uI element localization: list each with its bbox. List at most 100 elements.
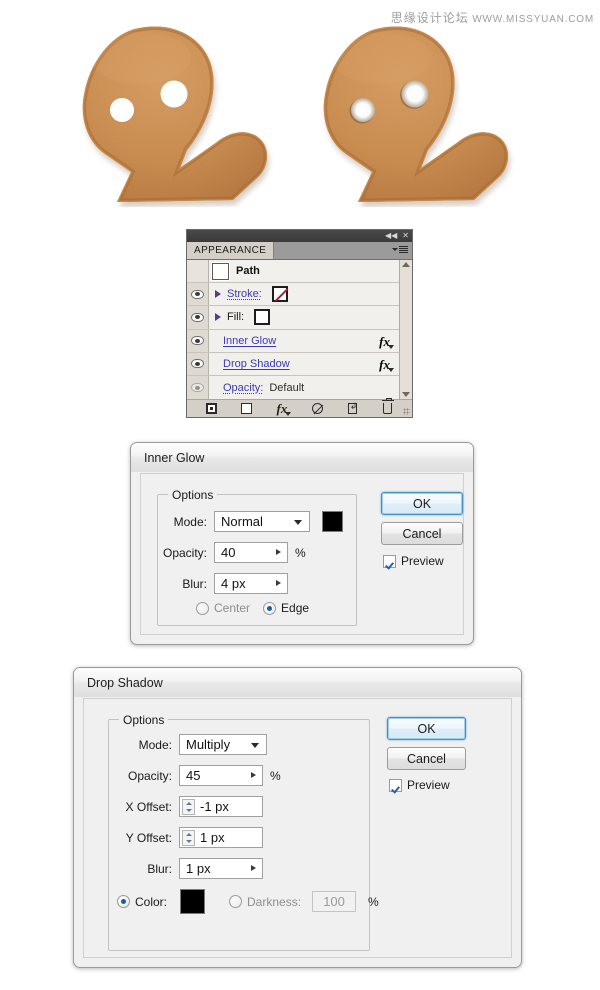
stepper-arrow-icon[interactable]	[276, 549, 281, 555]
darkness-label: Darkness:	[247, 894, 302, 909]
row-label-inner-glow[interactable]: Inner Glow	[223, 335, 276, 347]
blur-value: 4 px	[221, 576, 246, 591]
delete-item-button[interactable]	[370, 398, 405, 417]
blur-input[interactable]: 4 px	[214, 573, 288, 594]
fill-swatch-white[interactable]	[254, 309, 271, 326]
row-label-drop-shadow[interactable]: Drop Shadow	[223, 358, 290, 370]
fx-icon[interactable]: fx	[379, 357, 394, 373]
color-label: Color:	[135, 894, 168, 909]
y-offset-input[interactable]: 1 px	[179, 827, 263, 848]
scroll-down-arrow-icon[interactable]	[402, 392, 410, 397]
appearance-row-stroke[interactable]: Stroke:	[187, 283, 399, 307]
options-group-inner-glow: Options Mode: Normal Opacity: 40 % Blur:	[157, 488, 357, 626]
path-thumbnail-box	[209, 260, 231, 283]
radio-dot-icon	[196, 601, 209, 615]
shadow-color-swatch[interactable]	[180, 889, 206, 914]
glow-color-swatch[interactable]	[322, 511, 343, 532]
mode-label: Mode:	[173, 514, 207, 529]
spinner-up-down-icon[interactable]	[182, 799, 195, 815]
gingerbread-man-plain-eyes	[57, 22, 297, 207]
stepper-arrow-icon[interactable]	[251, 865, 256, 871]
inner-glow-dialog[interactable]: Inner Glow Options Mode: Normal Opacity:…	[130, 442, 474, 645]
row-label-fill: Fill:	[227, 311, 245, 324]
visibility-toggle-stroke[interactable]	[187, 283, 209, 306]
y-offset-label: Y Offset:	[125, 830, 172, 845]
cancel-button[interactable]: Cancel	[387, 747, 466, 770]
dialog-content-inner-glow: Options Mode: Normal Opacity: 40 % Blur:	[140, 473, 464, 635]
visibility-toggle-drop-shadow[interactable]	[187, 352, 209, 375]
glow-origin-radio-group: Center Edge	[196, 601, 309, 615]
drop-shadow-dialog[interactable]: Drop Shadow Options Mode: Multiply Opaci…	[73, 667, 522, 968]
stepper-arrow-icon[interactable]	[251, 772, 256, 778]
blur-input[interactable]: 1 px	[179, 858, 263, 879]
appearance-panel[interactable]: ◀◀ ✕ APPEARANCE Path Stroke: Fill: Inner…	[186, 229, 413, 418]
new-fill-icon	[241, 403, 253, 414]
tab-appearance[interactable]: APPEARANCE	[187, 242, 275, 259]
disclosure-triangle-stroke[interactable]	[213, 290, 222, 299]
gingerbread-illustration-glow	[323, 26, 510, 207]
panel-menu-icon[interactable]	[392, 246, 408, 253]
blur-label: Blur:	[182, 576, 207, 591]
appearance-row-drop-shadow[interactable]: Drop Shadow fx	[187, 352, 399, 376]
preview-checkbox-row[interactable]: Preview	[389, 778, 450, 792]
panel-title-strip: ◀◀ ✕	[187, 230, 412, 242]
appearance-row-opacity[interactable]: Opacity: Default	[187, 375, 399, 400]
add-new-fill-button[interactable]	[229, 400, 264, 417]
panel-scrollbar[interactable]	[399, 260, 412, 399]
path-thumbnail	[210, 261, 230, 281]
gingerbread-illustration-plain	[82, 26, 269, 207]
visibility-toggle-opacity[interactable]	[187, 375, 209, 400]
panel-tab-bar: APPEARANCE	[187, 242, 412, 260]
mode-select[interactable]: Normal	[214, 511, 310, 532]
fx-icon[interactable]: fx	[379, 334, 394, 350]
appearance-footer-toolbar: fx	[187, 398, 412, 417]
add-new-stroke-button[interactable]	[194, 400, 229, 417]
appearance-row-inner-glow[interactable]: Inner Glow fx	[187, 329, 399, 353]
opacity-input[interactable]: 40	[214, 542, 288, 563]
blur-value: 1 px	[186, 861, 211, 876]
eye-left-glow	[351, 98, 375, 122]
dialog-content-drop-shadow: Options Mode: Multiply Opacity: 45 % X O…	[83, 698, 512, 958]
x-offset-value: -1 px	[200, 799, 229, 814]
close-icon[interactable]: ✕	[402, 232, 409, 240]
eye-icon	[191, 312, 204, 322]
opacity-input[interactable]: 45	[179, 765, 263, 786]
opacity-label: Opacity:	[127, 768, 172, 783]
add-new-effect-button[interactable]: fx	[264, 400, 299, 417]
stepper-arrow-icon[interactable]	[276, 580, 281, 586]
row-label-opacity[interactable]: Opacity:	[223, 382, 263, 394]
mode-label: Mode:	[138, 737, 172, 752]
radio-darkness[interactable]: Darkness: 100 %	[229, 891, 379, 912]
ok-button[interactable]: OK	[387, 717, 466, 740]
scroll-up-arrow-icon[interactable]	[402, 262, 410, 267]
stroke-swatch-none[interactable]	[271, 286, 288, 303]
radio-edge[interactable]: Edge	[263, 601, 309, 615]
duplicate-item-button[interactable]	[335, 400, 370, 417]
visibility-toggle-inner-glow[interactable]	[187, 329, 209, 352]
appearance-row-path[interactable]: Path	[187, 260, 399, 284]
row-label-stroke[interactable]: Stroke:	[227, 288, 262, 300]
cancel-button[interactable]: Cancel	[381, 522, 463, 545]
radio-color[interactable]: Color:	[117, 889, 206, 914]
appearance-row-fill[interactable]: Fill:	[187, 306, 399, 330]
opacity-field-row: Opacity: 45 %	[113, 765, 281, 786]
mode-select[interactable]: Multiply	[179, 734, 267, 755]
ok-button[interactable]: OK	[381, 492, 463, 515]
options-group-label: Options	[168, 488, 218, 502]
radio-center[interactable]: Center	[196, 601, 250, 615]
opacity-label: Opacity:	[162, 545, 207, 560]
spinner-up-down-icon[interactable]	[182, 830, 195, 846]
darkness-input[interactable]: 100	[312, 891, 357, 912]
preview-label: Preview	[407, 778, 450, 792]
row-label-inner-glow-wrap: Inner Glow	[209, 335, 276, 347]
chevron-down-icon	[294, 519, 302, 525]
panel-tab-filler	[274, 242, 412, 259]
clear-appearance-button[interactable]	[300, 400, 335, 417]
x-offset-field-row: X Offset: -1 px	[113, 796, 263, 817]
resize-grip-icon[interactable]	[403, 408, 410, 415]
disclosure-triangle-fill[interactable]	[213, 313, 222, 322]
collapse-double-left-icon[interactable]: ◀◀	[385, 232, 397, 240]
x-offset-input[interactable]: -1 px	[179, 796, 263, 817]
preview-checkbox-row[interactable]: Preview	[383, 554, 444, 568]
visibility-toggle-fill[interactable]	[187, 306, 209, 329]
